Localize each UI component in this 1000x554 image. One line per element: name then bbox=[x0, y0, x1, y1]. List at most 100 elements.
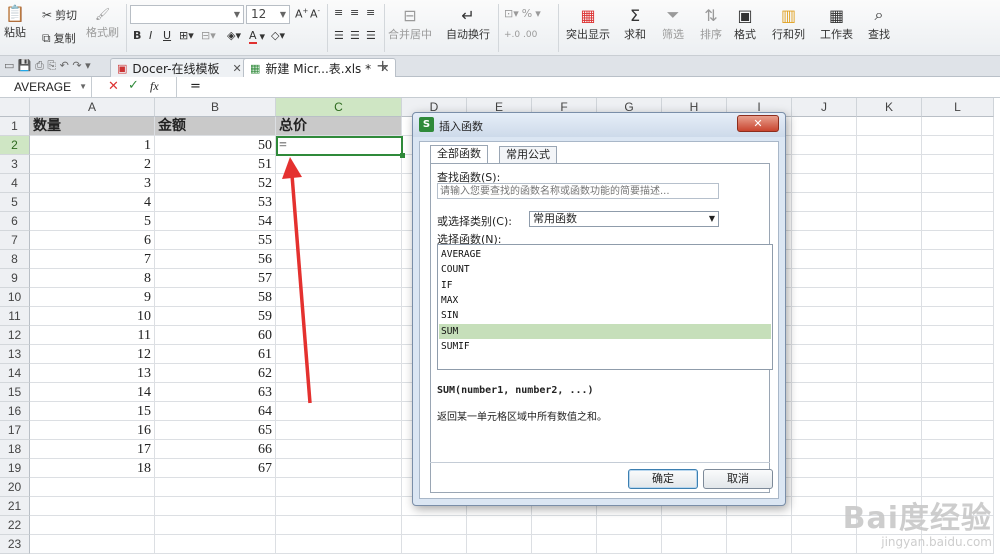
cell-j8[interactable] bbox=[792, 250, 857, 269]
align-bottom-button[interactable]: ≡ bbox=[366, 6, 375, 19]
cell-l13[interactable] bbox=[922, 345, 994, 364]
cell-j11[interactable] bbox=[792, 307, 857, 326]
cell-a10[interactable]: 9 bbox=[30, 288, 155, 307]
cell-l11[interactable] bbox=[922, 307, 994, 326]
border-button[interactable]: ⊞▾ bbox=[179, 29, 194, 42]
cell-a13[interactable]: 12 bbox=[30, 345, 155, 364]
cancel-button[interactable]: 取消 bbox=[703, 469, 773, 489]
row-header-11[interactable]: 11 bbox=[0, 307, 30, 326]
row-header-13[interactable]: 13 bbox=[0, 345, 30, 364]
cut-button[interactable]: ✂ 剪切 bbox=[42, 7, 77, 23]
cell-l8[interactable] bbox=[922, 250, 994, 269]
cell-b21[interactable] bbox=[155, 497, 276, 516]
shrink-font-button[interactable]: A- bbox=[310, 7, 320, 21]
row-header-9[interactable]: 9 bbox=[0, 269, 30, 288]
function-item[interactable]: IF bbox=[439, 278, 771, 293]
row-header-20[interactable]: 20 bbox=[0, 478, 30, 497]
cell-k17[interactable] bbox=[857, 421, 922, 440]
cell-b14[interactable]: 62 bbox=[155, 364, 276, 383]
select-all-corner[interactable] bbox=[0, 98, 30, 117]
cell-j5[interactable] bbox=[792, 193, 857, 212]
function-item[interactable]: COUNT bbox=[439, 262, 771, 277]
cell-b16[interactable]: 64 bbox=[155, 402, 276, 421]
cell-b1[interactable]: 金额 bbox=[155, 117, 276, 136]
cell-k12[interactable] bbox=[857, 326, 922, 345]
merge-center-button[interactable]: ⊟ 合并居中 bbox=[388, 4, 432, 42]
row-header-21[interactable]: 21 bbox=[0, 497, 30, 516]
function-item[interactable]: SUM bbox=[439, 324, 771, 339]
highlight-button[interactable]: ▦ 突出显示 bbox=[566, 4, 610, 42]
row-header-1[interactable]: 1 bbox=[0, 117, 30, 136]
cell-c1[interactable]: 总价 bbox=[276, 117, 402, 136]
function-item[interactable]: MAX bbox=[439, 293, 771, 308]
cell-a15[interactable]: 14 bbox=[30, 383, 155, 402]
cell-l14[interactable] bbox=[922, 364, 994, 383]
cell-a8[interactable]: 7 bbox=[30, 250, 155, 269]
sort-button[interactable]: ⇅ 排序 bbox=[700, 4, 722, 42]
grow-font-button[interactable]: A+ bbox=[295, 7, 308, 21]
cell-k9[interactable] bbox=[857, 269, 922, 288]
cell-e23[interactable] bbox=[467, 535, 532, 554]
row-header-5[interactable]: 5 bbox=[0, 193, 30, 212]
cell-a16[interactable]: 15 bbox=[30, 402, 155, 421]
cell-b12[interactable]: 60 bbox=[155, 326, 276, 345]
cell-k2[interactable] bbox=[857, 136, 922, 155]
align-middle-button[interactable]: ≡ bbox=[350, 6, 359, 19]
cell-b15[interactable]: 63 bbox=[155, 383, 276, 402]
row-header-17[interactable]: 17 bbox=[0, 421, 30, 440]
row-header-22[interactable]: 22 bbox=[0, 516, 30, 535]
cell-d23[interactable] bbox=[402, 535, 467, 554]
cell-a9[interactable]: 8 bbox=[30, 269, 155, 288]
worksheet-button[interactable]: ▦ 工作表 bbox=[820, 4, 853, 42]
function-item[interactable]: SUMIF bbox=[439, 339, 771, 354]
row-header-18[interactable]: 18 bbox=[0, 440, 30, 459]
cell-h23[interactable] bbox=[662, 535, 727, 554]
cell-a4[interactable]: 3 bbox=[30, 174, 155, 193]
cell-k18[interactable] bbox=[857, 440, 922, 459]
cell-b6[interactable]: 54 bbox=[155, 212, 276, 231]
align-top-button[interactable]: ≡ bbox=[334, 6, 343, 19]
cell-c22[interactable] bbox=[276, 516, 402, 535]
cell-k10[interactable] bbox=[857, 288, 922, 307]
row-header-12[interactable]: 12 bbox=[0, 326, 30, 345]
cell-l2[interactable] bbox=[922, 136, 994, 155]
column-header-a[interactable]: A bbox=[30, 98, 155, 117]
row-header-15[interactable]: 15 bbox=[0, 383, 30, 402]
cell-a1[interactable]: 数量 bbox=[30, 117, 155, 136]
sum-button[interactable]: Σ 求和 bbox=[624, 4, 646, 42]
cell-i22[interactable] bbox=[727, 516, 792, 535]
font-size-select[interactable]: 12 ▼ bbox=[246, 5, 290, 24]
new-tab-button[interactable]: + bbox=[376, 56, 389, 75]
align-center-button[interactable]: ☰ bbox=[350, 29, 360, 42]
cell-j2[interactable] bbox=[792, 136, 857, 155]
cell-l10[interactable] bbox=[922, 288, 994, 307]
cell-h22[interactable] bbox=[662, 516, 727, 535]
cell-l15[interactable] bbox=[922, 383, 994, 402]
cell-a5[interactable]: 4 bbox=[30, 193, 155, 212]
cell-c17[interactable] bbox=[276, 421, 402, 440]
cell-a23[interactable] bbox=[30, 535, 155, 554]
find-button[interactable]: ⌕ 查找 bbox=[868, 4, 890, 42]
font-color-button[interactable]: A▾ bbox=[249, 29, 265, 44]
cell-g23[interactable] bbox=[597, 535, 662, 554]
row-header-8[interactable]: 8 bbox=[0, 250, 30, 269]
cell-a6[interactable]: 5 bbox=[30, 212, 155, 231]
cell-j4[interactable] bbox=[792, 174, 857, 193]
fill-handle[interactable] bbox=[400, 153, 405, 158]
cell-b10[interactable]: 58 bbox=[155, 288, 276, 307]
function-item[interactable]: SIN bbox=[439, 308, 771, 323]
cell-b20[interactable] bbox=[155, 478, 276, 497]
cell-a12[interactable]: 11 bbox=[30, 326, 155, 345]
row-header-16[interactable]: 16 bbox=[0, 402, 30, 421]
cell-b17[interactable]: 65 bbox=[155, 421, 276, 440]
cell-j15[interactable] bbox=[792, 383, 857, 402]
cell-l3[interactable] bbox=[922, 155, 994, 174]
align-left-button[interactable]: ☰ bbox=[334, 29, 344, 42]
row-header-23[interactable]: 23 bbox=[0, 535, 30, 554]
cell-k19[interactable] bbox=[857, 459, 922, 478]
cell-a17[interactable]: 16 bbox=[30, 421, 155, 440]
format-button[interactable]: ▣ 格式 bbox=[734, 4, 756, 42]
cell-i23[interactable] bbox=[727, 535, 792, 554]
column-header-j[interactable]: J bbox=[792, 98, 857, 117]
cell-a2[interactable]: 1 bbox=[30, 136, 155, 155]
